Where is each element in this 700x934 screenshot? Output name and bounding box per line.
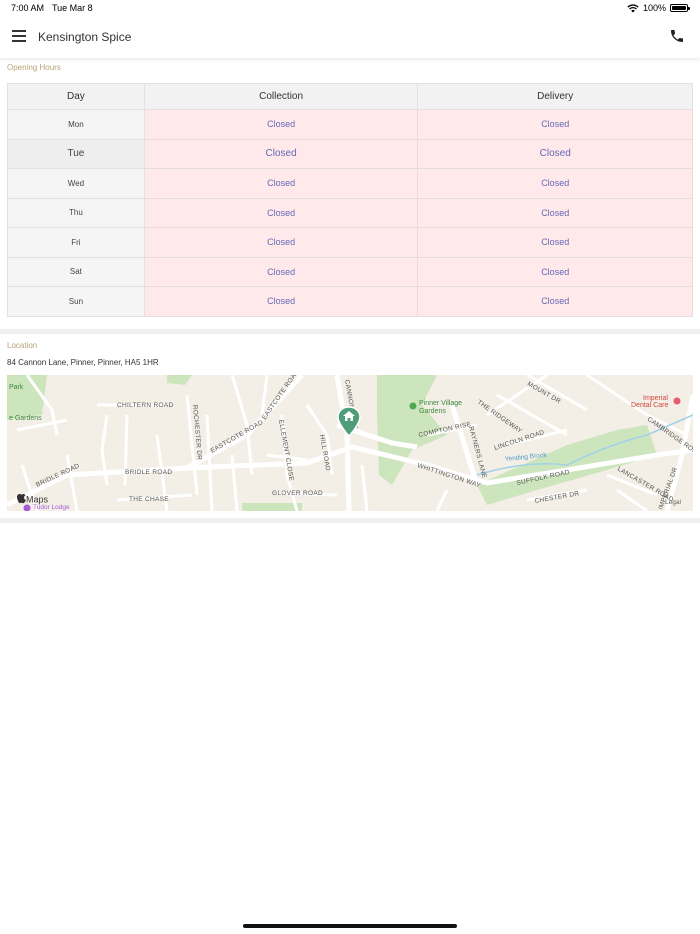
map-label: GLOVER ROAD xyxy=(272,490,323,497)
lodge-pin-icon xyxy=(23,504,31,511)
wifi-icon xyxy=(627,3,639,12)
collection-cell: Closed xyxy=(143,256,419,287)
delivery-cell: Closed xyxy=(417,227,693,258)
map-label: Imperial xyxy=(643,395,668,402)
collection-cell: Closed xyxy=(143,168,419,199)
svg-text:Maps: Maps xyxy=(26,495,49,505)
delivery-cell: Closed xyxy=(417,256,693,287)
delivery-cell: Closed xyxy=(417,286,693,317)
map-label: THE RIDGEWAY xyxy=(476,399,524,435)
delivery-cell: Closed xyxy=(417,109,693,140)
column-header-collection: Collection xyxy=(143,83,419,110)
collection-cell: Closed xyxy=(143,286,419,317)
status-right: 100% xyxy=(627,3,690,13)
map-label: EASTCOTE ROAD xyxy=(210,419,265,455)
park-pin-icon xyxy=(409,402,417,410)
table-row: Sun Closed Closed xyxy=(7,286,693,317)
column-header-day: Day xyxy=(7,83,145,110)
table-row: Wed Closed Closed xyxy=(7,168,693,199)
page-title: Kensington Spice xyxy=(38,30,132,44)
map-label: Dental Care xyxy=(631,402,668,409)
maps-attribution: Maps xyxy=(17,494,49,505)
day-cell: Tue xyxy=(7,138,145,169)
table-row: Tue Closed Closed xyxy=(7,138,693,169)
map-legal-link[interactable]: Legal xyxy=(665,499,681,506)
table-row: Fri Closed Closed xyxy=(7,227,693,258)
status-date: Tue Mar 8 xyxy=(52,3,93,13)
day-cell: Thu xyxy=(7,197,145,228)
location-label: Location xyxy=(7,341,38,350)
delivery-cell: Closed xyxy=(417,197,693,228)
hamburger-menu-icon[interactable] xyxy=(12,30,26,42)
column-header-delivery: Delivery xyxy=(417,83,693,110)
table-row: Mon Closed Closed xyxy=(7,109,693,140)
collection-cell: Closed xyxy=(143,109,419,140)
dental-pin-icon xyxy=(673,397,681,405)
nav-header: Kensington Spice xyxy=(0,18,700,58)
map-label: THE CHASE xyxy=(129,496,169,503)
park-area xyxy=(7,375,47,420)
phone-icon[interactable] xyxy=(669,28,685,44)
home-indicator[interactable] xyxy=(243,924,457,928)
map-label: CHESTER DR xyxy=(534,490,580,505)
table-row: Thu Closed Closed xyxy=(7,197,693,228)
opening-hours-label: Opening Hours xyxy=(7,63,61,72)
day-cell: Wed xyxy=(7,168,145,199)
day-cell: Sun xyxy=(7,286,145,317)
battery-icon xyxy=(670,4,690,12)
battery-percent: 100% xyxy=(642,3,666,13)
collection-cell: Closed xyxy=(143,197,419,228)
park-area xyxy=(167,375,192,385)
location-map[interactable]: EASTCOTE ROAD EASTCOTE ROAD BRIDLE ROAD … xyxy=(7,375,693,511)
map-label: Pinner Village xyxy=(419,400,462,407)
opening-hours-table: Day Collection Delivery Mon Closed Close… xyxy=(7,83,693,317)
collection-cell: Closed xyxy=(143,138,419,169)
day-cell: Mon xyxy=(7,109,145,140)
map-label: e Gardens xyxy=(9,415,42,422)
collection-cell: Closed xyxy=(143,227,419,258)
day-cell: Fri xyxy=(7,227,145,258)
section-divider xyxy=(0,329,700,334)
map-label: Tudor Lodge xyxy=(33,504,70,511)
map-label: Park xyxy=(9,384,24,391)
day-cell: Sat xyxy=(7,256,145,287)
address-text: 84 Cannon Lane, Pinner, Pinner, HA5 1HR xyxy=(7,358,159,367)
park-area xyxy=(242,503,302,511)
map-label: Gardens xyxy=(419,408,446,415)
map-label: BRIDLE ROAD xyxy=(125,469,172,476)
table-header-row: Day Collection Delivery xyxy=(7,83,693,110)
status-bar: 7:00 AM Tue Mar 8 100% xyxy=(0,0,700,18)
delivery-cell: Closed xyxy=(417,138,693,169)
status-time: 7:00 AM xyxy=(11,3,45,13)
section-divider xyxy=(0,518,700,523)
map-label: CHILTERN ROAD xyxy=(117,402,174,409)
delivery-cell: Closed xyxy=(417,168,693,199)
table-row: Sat Closed Closed xyxy=(7,256,693,287)
